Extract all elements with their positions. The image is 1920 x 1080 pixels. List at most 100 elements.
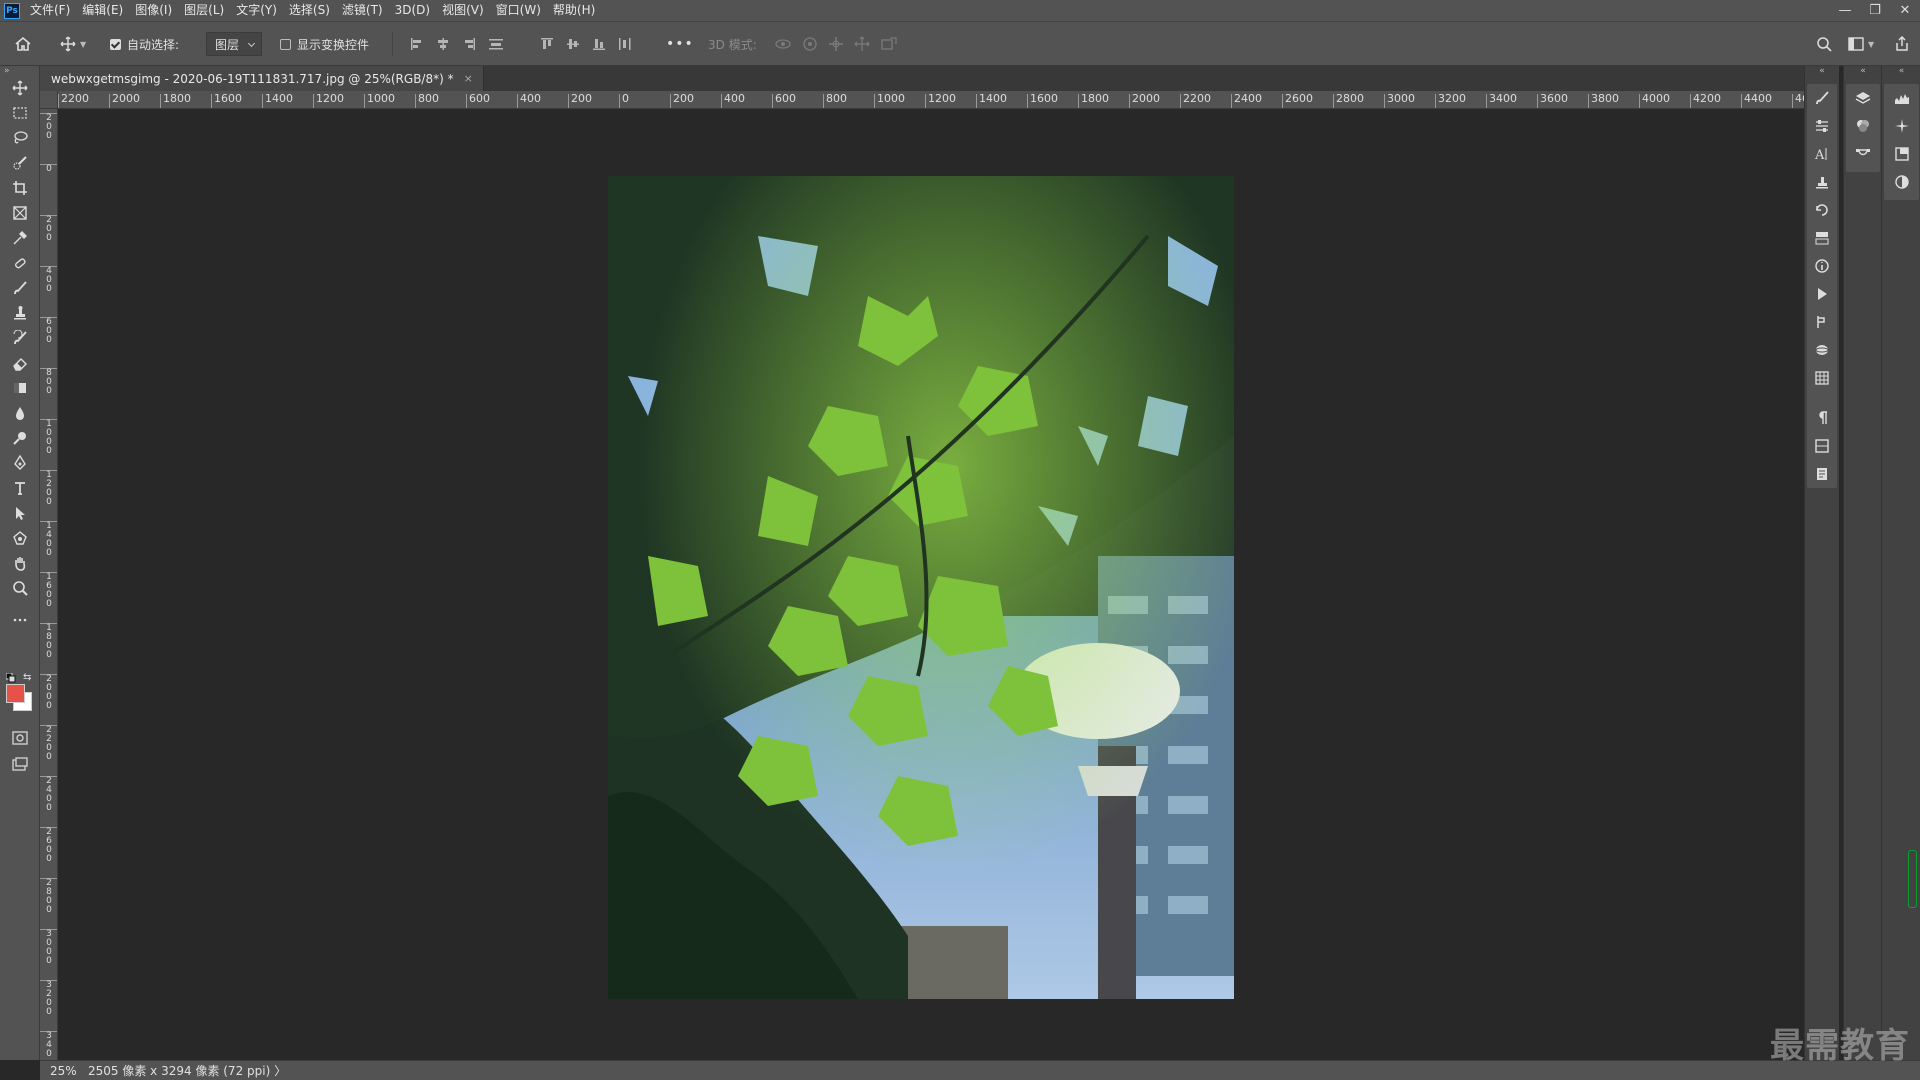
brush-panel-button[interactable] [1807, 84, 1837, 112]
more-options-button[interactable]: ••• [666, 22, 694, 66]
horizontal-ruler[interactable]: 2200 2000 1800 1600 1400 1200 1000 800 600 400 200… [58, 91, 1808, 109]
restore-button[interactable]: ❐ [1860, 0, 1890, 21]
roll-3d-icon[interactable] [802, 36, 818, 52]
align-top-icon[interactable] [540, 37, 554, 51]
status-menu-arrow[interactable]: 〉 [274, 1062, 286, 1079]
search-button[interactable] [1816, 22, 1832, 66]
menu-help[interactable]: 帮助(H) [547, 0, 601, 21]
distribute-vertical-icon[interactable] [488, 37, 504, 51]
distribute-horizontal-icon[interactable] [618, 37, 632, 51]
dodge-tool[interactable] [0, 426, 40, 450]
3d-mode-group [774, 22, 898, 66]
play-panel-button[interactable] [1807, 280, 1837, 308]
adjust-panel-button[interactable] [1807, 112, 1837, 140]
glyph-panel-button[interactable] [1807, 432, 1837, 460]
type-tool[interactable] [0, 476, 40, 500]
hand-tool[interactable] [0, 551, 40, 575]
ruler-origin[interactable] [40, 91, 58, 109]
show-transform-checkbox[interactable] [280, 38, 291, 50]
paths-panel-button[interactable] [1846, 140, 1880, 168]
history-brush-tool[interactable] [0, 326, 40, 350]
zoom-level[interactable]: 25% [50, 1064, 80, 1078]
quick-select-tool[interactable] [0, 151, 40, 175]
comp-panel-button[interactable] [1807, 224, 1837, 252]
lasso-tool[interactable] [0, 126, 40, 150]
menu-3d[interactable]: 3D(D) [389, 0, 436, 21]
close-tab-icon[interactable]: × [464, 72, 473, 85]
auto-select-toggle[interactable]: 自动选择: [110, 22, 179, 66]
slide-3d-icon[interactable] [854, 36, 870, 52]
home-button[interactable] [14, 22, 32, 66]
histogram-panel-button[interactable] [1884, 84, 1919, 112]
screen-mode-button[interactable] [0, 752, 40, 776]
char-panel-button[interactable]: A [1807, 140, 1837, 168]
menu-select[interactable]: 选择(S) [283, 0, 336, 21]
spot-healing-tool[interactable] [0, 251, 40, 275]
collapse-icon[interactable]: « [1844, 66, 1882, 76]
align-center-icon[interactable] [436, 37, 450, 51]
swatches-panel-button[interactable] [1884, 140, 1919, 168]
document-image[interactable] [608, 176, 1234, 999]
edit-toolbar[interactable] [0, 608, 40, 632]
scale-3d-icon[interactable] [880, 36, 898, 52]
navigator-panel-button[interactable] [1884, 112, 1919, 140]
menu-window[interactable]: 窗口(W) [490, 0, 547, 21]
crop-tool[interactable] [0, 176, 40, 200]
blur-tool[interactable] [0, 401, 40, 425]
align-middle-icon[interactable] [566, 37, 580, 51]
clone-stamp-tool[interactable] [0, 301, 40, 325]
path-select-tool[interactable] [0, 501, 40, 525]
menu-type[interactable]: 文字(Y) [230, 0, 283, 21]
info-panel-button[interactable] [1807, 252, 1837, 280]
pen-tool[interactable] [0, 451, 40, 475]
minimize-button[interactable]: — [1830, 0, 1860, 21]
para-panel-button[interactable] [1807, 404, 1837, 432]
menu-edit[interactable]: 编辑(E) [76, 0, 129, 21]
table-panel-button[interactable] [1807, 364, 1837, 392]
swap-colors-icon[interactable]: ⇆ [23, 672, 31, 683]
menu-image[interactable]: 图像(I) [129, 0, 178, 21]
share-button[interactable] [1894, 22, 1910, 66]
brush-tool[interactable] [0, 276, 40, 300]
workspace-button[interactable]: ▼ [1848, 22, 1874, 66]
layers-panel-button[interactable] [1846, 84, 1880, 112]
show-transform-toggle[interactable]: 显示变换控件 [280, 22, 369, 66]
close-window-button[interactable]: ✕ [1890, 0, 1920, 21]
adjust2-panel-button[interactable] [1884, 168, 1919, 196]
foreground-color-swatch[interactable] [6, 684, 25, 703]
scrollbar-thumb[interactable] [1908, 850, 1917, 908]
document-tab[interactable]: webwxgetmsgimg - 2020-06-19T111831.717.j… [40, 66, 484, 91]
collapse-icon[interactable]: « [1805, 66, 1839, 76]
expand-icon[interactable]: » [4, 66, 10, 76]
menu-layer[interactable]: 图层(L) [178, 0, 230, 21]
history-panel-button[interactable] [1807, 196, 1837, 224]
stamp-panel-button[interactable] [1807, 168, 1837, 196]
collapse-icon[interactable]: « [1882, 66, 1920, 76]
marquee-tool[interactable] [0, 101, 40, 125]
move-tool[interactable] [0, 76, 40, 100]
layer-select[interactable]: 图层 [206, 32, 263, 56]
gradient-tool[interactable] [0, 376, 40, 400]
align-bottom-icon[interactable] [592, 37, 606, 51]
sphere-panel-button[interactable] [1807, 336, 1837, 364]
eyedropper-tool[interactable] [0, 226, 40, 250]
quick-mask-button[interactable] [0, 726, 40, 750]
shape-tool[interactable] [0, 526, 40, 550]
photoshop-logo[interactable]: Ps [4, 2, 20, 19]
zoom-tool[interactable] [0, 576, 40, 600]
align-left-icon[interactable] [410, 37, 424, 51]
channels-panel-button[interactable] [1846, 112, 1880, 140]
menu-view[interactable]: 视图(V) [436, 0, 490, 21]
align-right-icon[interactable] [462, 37, 476, 51]
notes-panel-button[interactable] [1807, 460, 1837, 488]
frame-tool[interactable] [0, 201, 40, 225]
menu-file[interactable]: 文件(F) [24, 0, 76, 21]
menu-filter[interactable]: 滤镜(T) [336, 0, 389, 21]
vertical-ruler[interactable]: 2 0 0 0 2 0 0 4 0 0 6 0 0 8 0 0 1 0 0 0 1 2 0 0… [40, 109, 58, 1060]
move-tool-preset[interactable]: ▼ [60, 22, 86, 66]
eraser-tool[interactable] [0, 351, 40, 375]
clone-panel-button[interactable] [1807, 308, 1837, 336]
pan-3d-icon[interactable] [828, 36, 844, 52]
auto-select-checkbox[interactable] [110, 38, 121, 50]
orbit-3d-icon[interactable] [774, 37, 792, 51]
